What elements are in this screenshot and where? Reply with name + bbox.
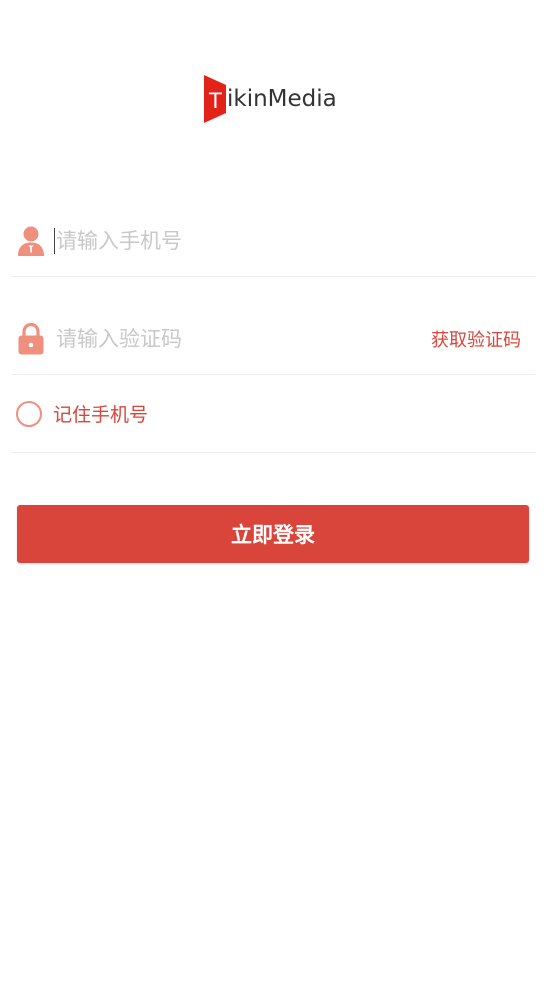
remember-checkbox[interactable] bbox=[16, 400, 42, 427]
code-row: 获取验证码 bbox=[12, 304, 535, 375]
login-button[interactable]: 立即登录 bbox=[17, 505, 529, 563]
remember-label[interactable]: 记住手机号 bbox=[53, 400, 148, 427]
logo-letter: T bbox=[208, 89, 222, 113]
verification-code-input[interactable] bbox=[56, 319, 431, 359]
logo-mark-icon: T bbox=[204, 75, 226, 123]
phone-row bbox=[12, 206, 535, 277]
user-icon bbox=[16, 226, 46, 256]
logo-text: ikinMedia bbox=[227, 85, 337, 112]
app-logo: T ikinMedia bbox=[204, 74, 337, 124]
login-screen: T ikinMedia 获取验证码 记住手机 bbox=[0, 0, 551, 983]
get-code-button[interactable]: 获取验证码 bbox=[431, 326, 521, 352]
phone-input[interactable] bbox=[56, 221, 535, 261]
remember-row[interactable]: 记住手机号 bbox=[12, 375, 535, 453]
text-cursor bbox=[54, 228, 55, 254]
lock-icon bbox=[16, 323, 46, 355]
